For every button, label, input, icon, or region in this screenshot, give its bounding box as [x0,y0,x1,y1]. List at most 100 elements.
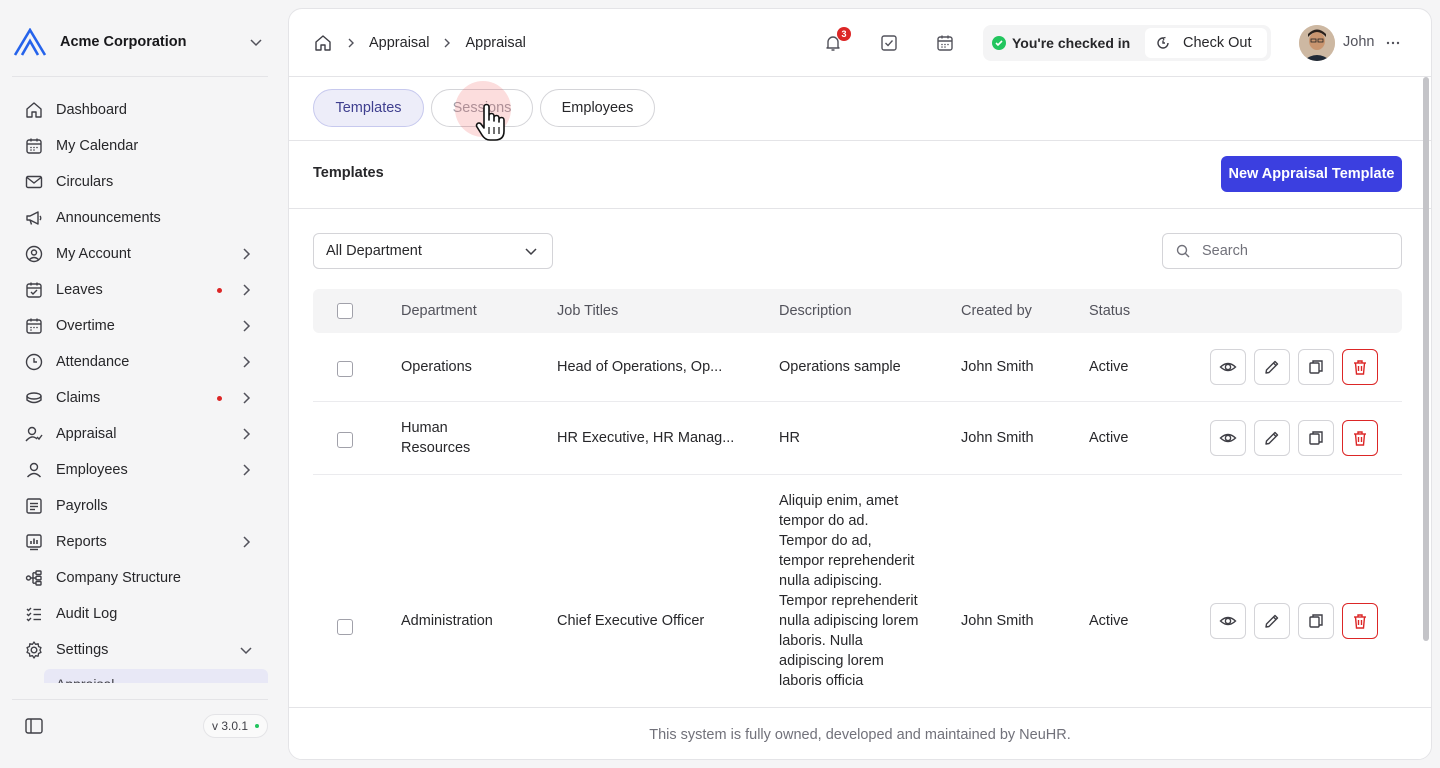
sidebar-item-leaves[interactable]: Leaves [12,272,268,308]
sidebar-item-dashboard[interactable]: Dashboard [12,92,268,128]
row-actions [1210,349,1378,385]
tab-employees[interactable]: Employees [540,89,655,127]
search-box[interactable] [1162,233,1402,269]
sidebar-item-company-structure[interactable]: Company Structure [12,560,268,596]
sidebar-item-payrolls[interactable]: Payrolls [12,488,268,524]
department-select[interactable]: All Department [313,233,553,269]
copy-icon[interactable] [1298,420,1334,456]
org-switcher[interactable]: Acme Corporation [12,22,268,62]
sidebar-item-label: Appraisal [56,426,117,442]
sidebar-bottom-divider [12,699,268,700]
tab-templates[interactable]: Templates [313,89,424,127]
sidebar-item-circulars[interactable]: Circulars [12,164,268,200]
task-check-icon[interactable] [877,31,901,55]
sidebar-item-audit-log[interactable]: Audit Log [12,596,268,632]
chevron-down-icon [522,242,540,260]
check-circle-icon [992,36,1006,50]
table-row: Operations Head of Operations, Op... Ope… [313,333,1402,402]
sidebar-item-label: Claims [56,390,101,406]
chevron-down-icon [238,642,254,658]
sidebar-item-appraisal[interactable]: Appraisal [12,416,268,452]
view-icon[interactable] [1210,349,1246,385]
cell-created-by: John Smith [961,613,1034,629]
topbar: Appraisal Appraisal 3 You're checked in … [289,9,1431,77]
edit-icon[interactable] [1254,420,1290,456]
sidebar-item-settings[interactable]: Settings [12,632,268,668]
column-header[interactable]: Status [1089,303,1130,319]
footer-text: This system is fully owned, developed an… [649,726,1071,743]
calendar-icon [24,136,44,156]
sidebar-subitem-label: Appraisal [44,671,268,683]
cell-created-by: John Smith [961,359,1034,375]
sidebar-item-label: Circulars [56,174,114,190]
check-out-label: Check Out [1183,35,1252,51]
sidebar-item-label: Attendance [56,354,130,370]
sidebar: Acme Corporation Dashboard My Calendar Cir… [0,0,280,768]
calendar-icon[interactable] [933,31,957,55]
cell-job-titles: Head of Operations, Op... [557,359,723,375]
table-header: Department Job Titles Description Create… [313,289,1402,333]
trash-icon[interactable] [1342,349,1378,385]
org-name: Acme Corporation [60,34,187,50]
chevron-right-icon [238,282,254,298]
select-all-checkbox[interactable] [337,303,353,319]
sidebar-item-overtime[interactable]: Overtime [12,308,268,344]
sidebar-toggle-icon[interactable] [22,714,46,738]
gear-icon [24,640,44,660]
clock-rotate-icon [1155,35,1171,51]
list-check-icon [24,604,44,624]
sidebar-item-my-calendar[interactable]: My Calendar [12,128,268,164]
sidebar-item-attendance[interactable]: Attendance [12,344,268,380]
row-checkbox[interactable] [337,619,353,635]
avatar[interactable] [1299,25,1335,61]
trash-icon[interactable] [1342,603,1378,639]
edit-icon[interactable] [1254,603,1290,639]
sidebar-nav: Dashboard My Calendar Circulars Announcemen… [12,92,268,668]
copy-icon[interactable] [1298,603,1334,639]
chart-icon [24,532,44,552]
sidebar-item-label: Dashboard [56,102,127,118]
sidebar-item-claims[interactable]: Claims [12,380,268,416]
search-input[interactable] [1202,243,1389,259]
row-checkbox[interactable] [337,361,353,377]
version-text: v 3.0.1 [212,719,249,733]
column-header[interactable]: Department [401,303,477,319]
copy-icon[interactable] [1298,349,1334,385]
sidebar-item-label: Announcements [56,210,161,226]
user-name[interactable]: John [1343,34,1374,50]
cell-job-titles: Chief Executive Officer [557,613,705,629]
home-icon[interactable] [313,33,333,53]
row-checkbox[interactable] [337,432,353,448]
sidebar-item-label: Audit Log [56,606,118,622]
hand-cursor-icon [475,103,511,143]
sidebar-subitem-appraisal[interactable]: Appraisal [44,669,268,683]
chevron-right-icon [238,318,254,334]
megaphone-icon [24,208,44,228]
new-appraisal-template-button[interactable]: New Appraisal Template [1221,156,1402,192]
breadcrumb-item[interactable]: Appraisal [369,35,429,51]
bell-icon[interactable]: 3 [821,27,851,55]
column-header[interactable]: Description [779,303,852,319]
trash-icon[interactable] [1342,420,1378,456]
vertical-scrollbar[interactable] [1423,77,1429,641]
column-header[interactable]: Job Titles [557,303,618,319]
more-horizontal-icon[interactable] [1381,31,1405,55]
sidebar-item-reports[interactable]: Reports [12,524,268,560]
check-out-button[interactable]: Check Out [1145,28,1267,58]
receipt-icon [24,496,44,516]
sidebar-item-my-account[interactable]: My Account [12,236,268,272]
sidebar-item-employees[interactable]: Employees [12,452,268,488]
table-row: Human Resources HR Executive, HR Manag..… [313,402,1402,475]
user-icon [24,460,44,480]
cell-description: Operations sample [779,359,901,375]
view-icon[interactable] [1210,603,1246,639]
column-header[interactable]: Created by [961,303,1032,319]
sidebar-divider [12,76,268,77]
templates-table: Department Job Titles Description Create… [313,289,1402,759]
main-panel: Appraisal Appraisal 3 You're checked in … [288,8,1432,760]
search-icon [1175,243,1190,259]
edit-icon[interactable] [1254,349,1290,385]
chevron-right-icon [238,354,254,370]
view-icon[interactable] [1210,420,1246,456]
sidebar-item-announcements[interactable]: Announcements [12,200,268,236]
